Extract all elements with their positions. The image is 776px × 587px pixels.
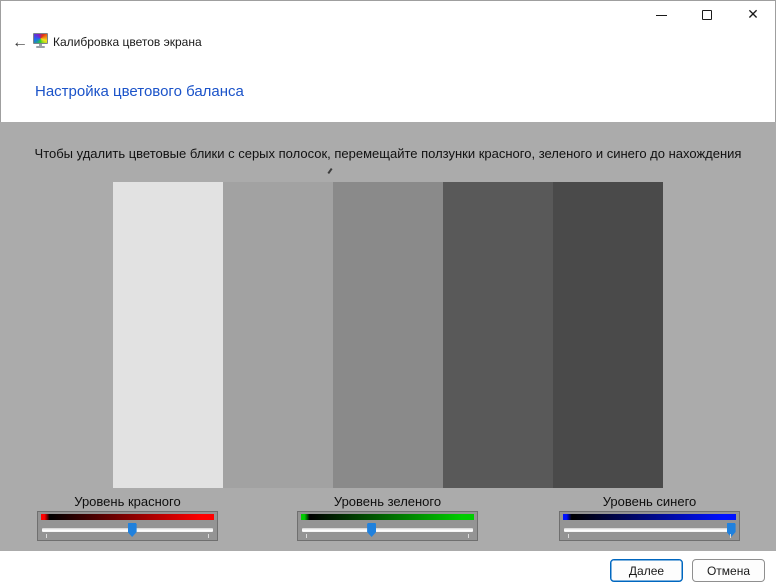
blue-slider-ticks (568, 534, 731, 539)
window-controls: ✕ (638, 0, 776, 30)
green-slider-track[interactable] (302, 528, 473, 532)
gray-bar (553, 182, 663, 488)
blue-level-label: Уровень синего (559, 494, 740, 509)
blue-gradient-strip (563, 514, 736, 520)
maximize-icon (702, 10, 712, 20)
back-button[interactable]: ← (8, 32, 32, 54)
green-level-label: Уровень зеленого (297, 494, 478, 509)
red-slider-track[interactable] (42, 528, 213, 532)
truncated-text-mark (327, 168, 332, 174)
page-title: Настройка цветового баланса (35, 83, 244, 100)
monitor-base (36, 46, 45, 48)
green-slider-ticks (306, 534, 469, 539)
minimize-icon (656, 15, 667, 16)
minimize-button[interactable] (638, 0, 684, 30)
wizard-title: Калибровка цветов экрана (53, 35, 202, 49)
close-icon: ✕ (747, 7, 759, 23)
green-slider (297, 511, 478, 541)
footer: Далее Отмена (0, 551, 776, 587)
display-calibration-icon (33, 33, 48, 49)
back-arrow-icon: ← (12, 34, 28, 52)
gray-bars (113, 182, 663, 488)
calibration-window: ✕ ← Калибровка цветов экрана Настройка ц… (0, 0, 776, 587)
maximize-button[interactable] (684, 0, 730, 30)
next-button[interactable]: Далее (610, 559, 683, 582)
gray-bar (443, 182, 553, 488)
instruction-text: Чтобы удалить цветовые блики с серых пол… (0, 146, 776, 161)
red-gradient-strip (41, 514, 214, 520)
green-gradient-strip (301, 514, 474, 520)
gray-bar (113, 182, 223, 488)
nav-row: ← Калибровка цветов экрана (0, 30, 776, 56)
gray-bar (333, 182, 443, 488)
calibration-area: Чтобы удалить цветовые блики с серых пол… (0, 122, 776, 551)
gray-bar (223, 182, 333, 488)
blue-slider (559, 511, 740, 541)
cancel-button[interactable]: Отмена (692, 559, 765, 582)
red-slider-ticks (46, 534, 209, 539)
close-button[interactable]: ✕ (730, 0, 776, 30)
monitor-screen-icon (33, 33, 48, 44)
blue-slider-track[interactable] (564, 528, 735, 532)
red-slider (37, 511, 218, 541)
red-level-label: Уровень красного (37, 494, 218, 509)
